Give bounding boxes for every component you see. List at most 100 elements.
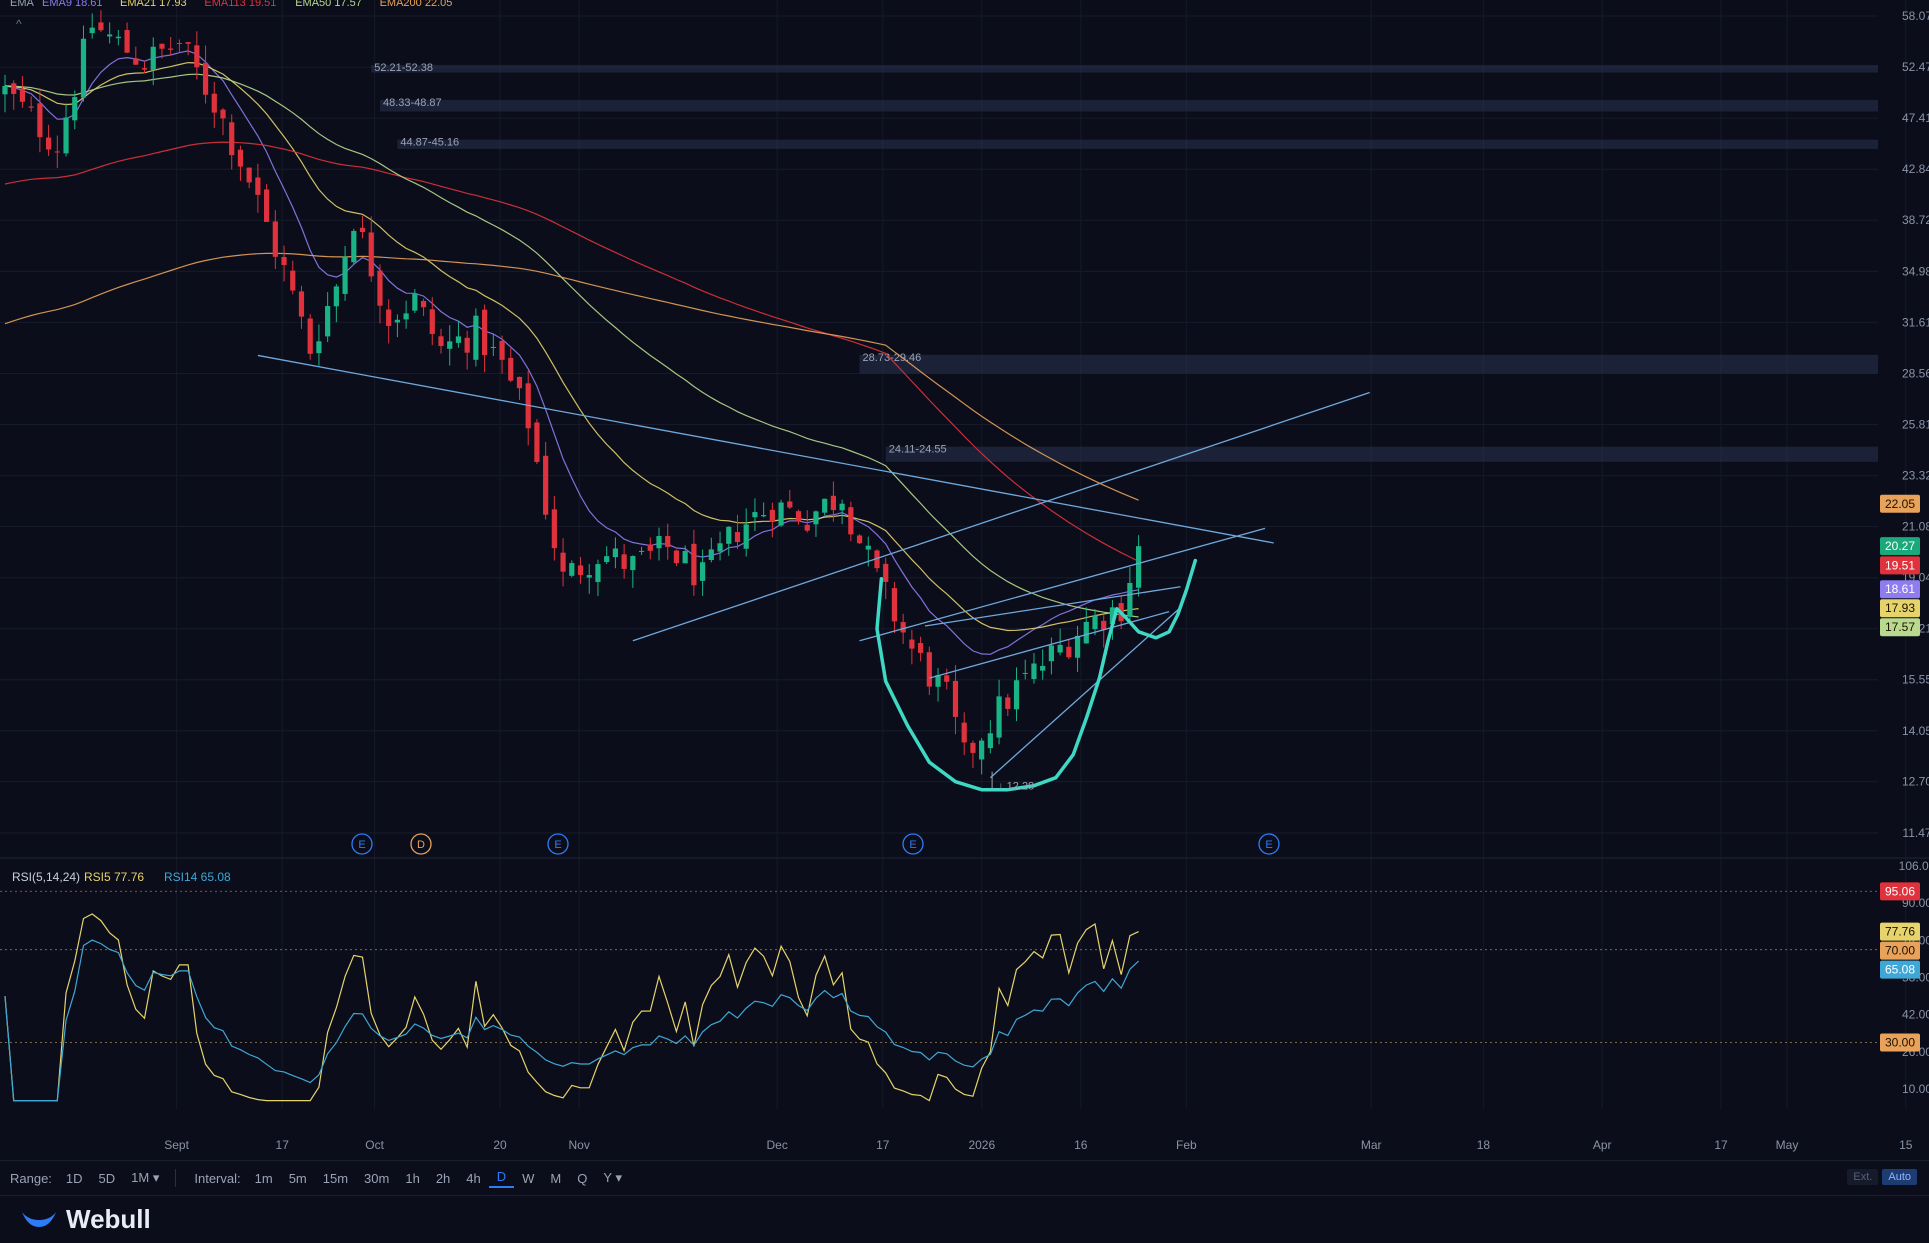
bottom-toolbar: Range: 1D 5D 1M ▾ Interval: 1m 5m 15m 30…	[0, 1160, 1929, 1196]
candle-body	[333, 286, 339, 307]
webull-bull-icon	[22, 1211, 56, 1227]
event-marker-label-3: E	[909, 839, 916, 851]
price-tick-label: 38.72	[1902, 213, 1929, 227]
interval-1h[interactable]: 1h	[397, 1171, 427, 1186]
candle-body	[1136, 546, 1142, 588]
range-1d[interactable]: 1D	[58, 1171, 91, 1186]
zone-label-2: 44.87-45.16	[400, 137, 459, 149]
candle-body	[28, 106, 34, 108]
candle-body	[935, 675, 941, 687]
interval-30m[interactable]: 30m	[356, 1171, 397, 1186]
price-tick-label: 25.81	[1902, 417, 1929, 431]
candle-body	[438, 336, 444, 346]
candle-body	[220, 109, 226, 119]
date-tick-label: 17	[876, 1138, 890, 1152]
candle-body	[246, 167, 252, 183]
auto-toggle[interactable]: Auto	[1882, 1169, 1917, 1185]
price-tick-label: 11.47	[1902, 826, 1929, 840]
candle-body	[987, 733, 993, 749]
candle-body	[394, 319, 400, 323]
toolbar-right: Ext. Auto	[1847, 1169, 1917, 1185]
candle-body	[1092, 615, 1098, 630]
zone-band-2	[397, 139, 1878, 149]
price-badge-label-3: 18.61	[1885, 582, 1915, 596]
interval-y[interactable]: Y ▾	[595, 1170, 630, 1186]
range-1m[interactable]: 1M ▾	[123, 1170, 167, 1186]
candle-body	[11, 83, 17, 94]
interval-q[interactable]: Q	[569, 1171, 595, 1186]
candle-body	[141, 68, 148, 70]
candle-body	[612, 548, 618, 558]
price-badge-label-5: 17.57	[1885, 620, 1915, 634]
rsi-badge-label-3: 65.08	[1885, 963, 1915, 977]
candle-body	[1005, 697, 1011, 709]
rsi-tick-label: 42.00	[1902, 1008, 1929, 1022]
interval-5m[interactable]: 5m	[281, 1171, 315, 1186]
candle-body	[534, 422, 540, 462]
candle-body	[124, 30, 130, 53]
candle-body	[185, 42, 191, 44]
price-badges: 22.05 20.27 19.51 18.61 17.93 17.57	[1880, 494, 1920, 637]
candle-body	[516, 376, 523, 389]
candle-body	[865, 545, 871, 550]
candle-body	[464, 337, 470, 353]
candle-body	[900, 622, 906, 633]
candle-body	[98, 22, 104, 31]
event-marker-label-4: E	[1265, 839, 1272, 851]
candle-body	[46, 137, 52, 150]
candle-body	[604, 556, 610, 563]
ema-legend-item-3: EMA50 17.57	[295, 0, 362, 9]
candle-body	[368, 232, 374, 277]
ext-toggle[interactable]: Ext.	[1847, 1169, 1879, 1185]
price-tick-label: 21.08	[1902, 519, 1929, 533]
ema-legend-item-2: EMA113 19.51	[204, 0, 276, 9]
chart-canvas[interactable]: 52.21-52.38 48.33-48.87 44.87-45.16 28.73-2…	[0, 0, 1929, 1160]
rsi-line-rsi5	[4, 913, 1139, 1102]
candle-body	[429, 309, 435, 334]
candle-body	[979, 740, 985, 760]
candle-body	[1127, 582, 1133, 617]
price-tick-label: 23.32	[1902, 469, 1929, 483]
candle-body	[1022, 672, 1028, 674]
candle-body	[316, 341, 322, 354]
candle-body	[168, 48, 174, 50]
rsi-tick-label: 10.00	[1902, 1082, 1929, 1096]
candle-body	[665, 535, 671, 547]
interval-w[interactable]: W	[514, 1171, 542, 1186]
rsi-legend-item-0: RSI5 77.76	[84, 870, 144, 884]
candle-body	[918, 643, 924, 653]
interval-1m[interactable]: 1m	[247, 1171, 281, 1186]
interval-d[interactable]: D	[488, 1169, 515, 1188]
candle-body	[455, 336, 462, 343]
candle-body	[996, 696, 1002, 738]
interval-4h[interactable]: 4h	[458, 1171, 488, 1186]
ema-line-ema200	[4, 252, 1139, 501]
event-markers: EDEEE	[351, 833, 1280, 855]
interval-15m[interactable]: 15m	[315, 1171, 356, 1186]
price-tick-label: 31.61	[1902, 315, 1929, 329]
candle-body	[403, 313, 409, 320]
candle-body	[726, 526, 732, 544]
date-tick-label: 17	[276, 1138, 290, 1152]
candle-body	[839, 503, 845, 511]
candle-body	[54, 151, 60, 153]
range-5d[interactable]: 5D	[91, 1171, 124, 1186]
zone-band-1	[379, 99, 1879, 112]
price-tick-label: 52.47	[1902, 60, 1929, 74]
rsi-tick-label: 106.00	[1899, 859, 1929, 873]
rsi-line-rsi14	[4, 939, 1140, 1102]
interval-2h[interactable]: 2h	[428, 1171, 458, 1186]
event-marker-label-2: E	[554, 839, 561, 851]
price-tick-label: 14.05	[1902, 724, 1929, 738]
candle-body	[560, 552, 566, 572]
candle-body	[822, 498, 828, 513]
candle-body	[473, 315, 479, 360]
low-marker-label: ↓ 12.28	[998, 781, 1034, 793]
event-marker-label-1: D	[417, 839, 425, 851]
toolbar-divider	[175, 1169, 177, 1187]
zone-label-4: 24.11-24.55	[889, 444, 947, 456]
interval-m[interactable]: M	[542, 1171, 569, 1186]
candle-body	[1031, 663, 1037, 680]
date-tick-label: May	[1776, 1138, 1799, 1152]
candle-body	[630, 556, 636, 571]
